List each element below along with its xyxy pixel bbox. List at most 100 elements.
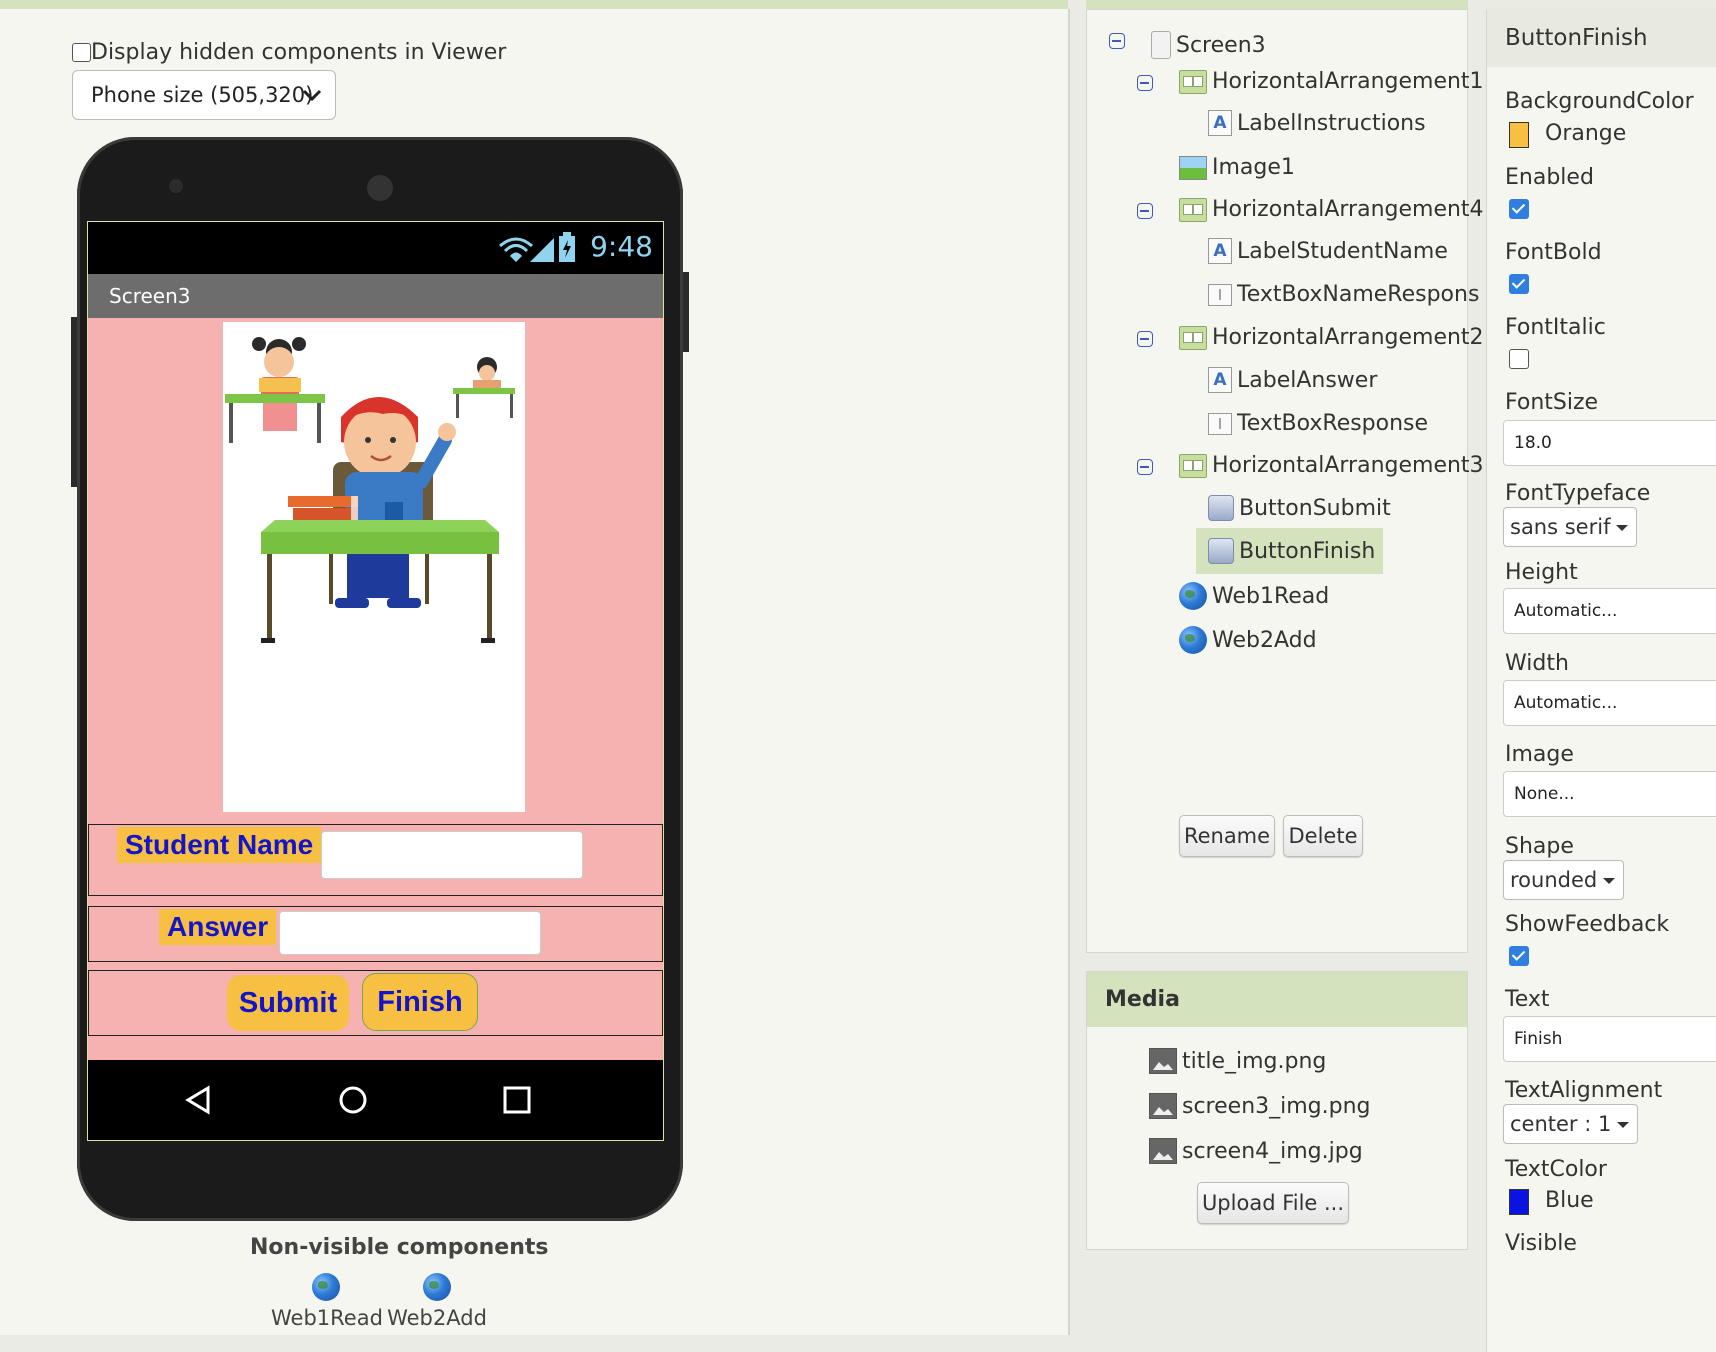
prop-label-enabled: Enabled xyxy=(1505,165,1594,190)
text-color-swatch[interactable] xyxy=(1509,1189,1529,1215)
collapse-toggle-icon[interactable] xyxy=(1137,203,1153,219)
fontsize-input[interactable]: 18.0 xyxy=(1503,420,1716,466)
prop-label-textcolor: TextColor xyxy=(1505,1157,1607,1182)
fonttypeface-dropdown[interactable]: sans serif xyxy=(1503,507,1638,547)
finish-button[interactable]: Finish xyxy=(362,973,478,1031)
tree-item-screen3[interactable]: Screen3 xyxy=(1151,31,1266,59)
tree-item-image1[interactable]: Image1 xyxy=(1179,155,1295,180)
web-globe-icon xyxy=(1179,626,1207,654)
media-file-name: screen4_img.jpg xyxy=(1182,1138,1363,1164)
horizontal-arrangement3[interactable]: Submit Finish xyxy=(88,970,663,1036)
textbox-response[interactable] xyxy=(279,911,541,955)
prop-label-visible: Visible xyxy=(1505,1231,1577,1256)
tree-item-label: HorizontalArrangement1 xyxy=(1212,69,1484,94)
media-file[interactable]: screen3_img.png xyxy=(1149,1093,1371,1119)
media-file[interactable]: screen4_img.jpg xyxy=(1149,1138,1363,1164)
non-visible-label: Web1Read xyxy=(271,1306,383,1330)
horizontal-arrangement-icon xyxy=(1179,453,1207,478)
tree-item-label: HorizontalArrangement2 xyxy=(1212,325,1484,350)
phone-screen: 9:48 Screen3 Student Name Answer Submit … xyxy=(87,221,664,1141)
media-file[interactable]: title_img.png xyxy=(1149,1048,1326,1074)
prop-label-textalignment: TextAlignment xyxy=(1505,1078,1663,1103)
phone-camera-icon xyxy=(169,179,183,193)
showfeedback-checkbox[interactable] xyxy=(1509,946,1529,966)
background-color-swatch[interactable] xyxy=(1509,122,1529,148)
rename-button[interactable]: Rename xyxy=(1179,815,1275,857)
tree-item-labelstudentname[interactable]: A LabelStudentName xyxy=(1208,238,1448,264)
components-tree-panel: Screen3 HorizontalArrangement1 A LabelIn… xyxy=(1086,9,1484,953)
tree-item-buttonsubmit[interactable]: ButtonSubmit xyxy=(1208,495,1391,521)
nav-home-icon[interactable] xyxy=(338,1085,368,1115)
screen-icon xyxy=(1151,31,1171,59)
tree-item-labelanswer[interactable]: A LabelAnswer xyxy=(1208,367,1377,393)
label-answer: Answer xyxy=(159,909,277,945)
text-input[interactable]: Finish xyxy=(1503,1016,1716,1062)
horizontal-arrangement-icon xyxy=(1179,197,1207,222)
tree-item-label: HorizontalArrangement3 xyxy=(1212,453,1484,478)
label-student-name: Student Name xyxy=(117,827,322,863)
background-color-value[interactable]: Orange xyxy=(1545,121,1626,146)
button-icon xyxy=(1208,495,1234,521)
image-file-icon xyxy=(1149,1048,1177,1074)
tree-item-horizontalarrangement3[interactable]: HorizontalArrangement3 xyxy=(1179,453,1484,478)
horizontal-arrangement4[interactable]: Student Name xyxy=(88,824,663,896)
non-visible-web1read[interactable]: Web1Read xyxy=(271,1273,383,1330)
image-file-icon xyxy=(1149,1093,1177,1119)
phone-mockup: 9:48 Screen3 Student Name Answer Submit … xyxy=(71,137,689,1221)
status-time: 9:48 xyxy=(590,230,653,263)
hidden-components-label: Display hidden components in Viewer xyxy=(91,40,507,65)
non-visible-web2add[interactable]: Web2Add xyxy=(382,1273,492,1330)
tree-item-horizontalarrangement4[interactable]: HorizontalArrangement4 xyxy=(1179,197,1484,222)
shape-dropdown[interactable]: rounded xyxy=(1503,860,1625,900)
tree-item-textboxresponse[interactable]: I TextBoxResponse xyxy=(1208,411,1428,436)
collapse-toggle-icon[interactable] xyxy=(1137,459,1153,475)
fontbold-checkbox[interactable] xyxy=(1509,274,1529,294)
nav-back-icon[interactable] xyxy=(184,1085,214,1115)
tree-item-web1read[interactable]: Web1Read xyxy=(1179,582,1329,610)
collapse-toggle-icon[interactable] xyxy=(1137,75,1153,91)
width-input[interactable]: Automatic... xyxy=(1503,680,1716,726)
submit-button[interactable]: Submit xyxy=(227,975,349,1031)
image-input[interactable]: None... xyxy=(1503,771,1716,817)
hidden-components-checkbox[interactable] xyxy=(72,43,91,62)
collapse-toggle-icon[interactable] xyxy=(1137,331,1153,347)
tree-item-label: Image1 xyxy=(1212,155,1295,180)
horizontal-arrangement2[interactable]: Answer xyxy=(88,906,663,962)
upload-file-button[interactable]: Upload File ... xyxy=(1197,1182,1349,1224)
prop-label-shape: Shape xyxy=(1505,834,1574,859)
properties-panel: ButtonFinish BackgroundColor Orange Enab… xyxy=(1486,9,1716,1352)
phone-side-button xyxy=(71,317,77,487)
web-globe-icon xyxy=(423,1273,451,1301)
text-color-value[interactable]: Blue xyxy=(1545,1188,1594,1213)
phone-speaker-icon xyxy=(367,175,393,201)
screen-title-bar: Screen3 xyxy=(88,274,663,318)
wifi-signal-icon xyxy=(499,237,554,262)
image1-preview[interactable] xyxy=(223,322,525,812)
delete-button[interactable]: Delete xyxy=(1283,815,1363,857)
textbox-name-response[interactable] xyxy=(321,831,583,879)
horizontal-arrangement-icon xyxy=(1179,69,1207,94)
media-file-name: screen3_img.png xyxy=(1182,1093,1371,1119)
height-input[interactable]: Automatic... xyxy=(1503,588,1716,634)
textalignment-dropdown[interactable]: center : 1 xyxy=(1503,1104,1639,1144)
tree-item-label: LabelInstructions xyxy=(1237,110,1426,136)
student-illustration xyxy=(225,337,515,643)
tree-item-web2add[interactable]: Web2Add xyxy=(1179,626,1317,654)
prop-label-fontitalic: FontItalic xyxy=(1505,315,1606,340)
phone-size-dropdown[interactable]: Phone size (505,320) xyxy=(72,70,336,120)
tree-item-labelinstructions[interactable]: A LabelInstructions xyxy=(1208,110,1426,136)
tree-item-label: LabelAnswer xyxy=(1237,367,1378,393)
collapse-toggle-icon[interactable] xyxy=(1109,33,1125,49)
hidden-components-row[interactable]: Display hidden components in Viewer xyxy=(72,40,506,65)
viewer-panel: Display hidden components in Viewer Phon… xyxy=(0,9,1070,1335)
tree-item-horizontalarrangement2[interactable]: HorizontalArrangement2 xyxy=(1179,325,1484,350)
nav-recents-icon[interactable] xyxy=(502,1085,532,1115)
tree-item-textboxnameresponse[interactable]: I TextBoxNameRespons xyxy=(1208,282,1479,307)
enabled-checkbox[interactable] xyxy=(1509,199,1529,219)
non-visible-components-title: Non-visible components xyxy=(250,1235,549,1260)
textbox-icon: I xyxy=(1208,412,1232,435)
tree-item-horizontalarrangement1[interactable]: HorizontalArrangement1 xyxy=(1179,69,1484,94)
tree-item-buttonfinish[interactable]: ButtonFinish xyxy=(1196,528,1384,574)
prop-label-fonttypeface: FontTypeface xyxy=(1505,481,1651,506)
fontitalic-checkbox[interactable] xyxy=(1509,349,1529,369)
